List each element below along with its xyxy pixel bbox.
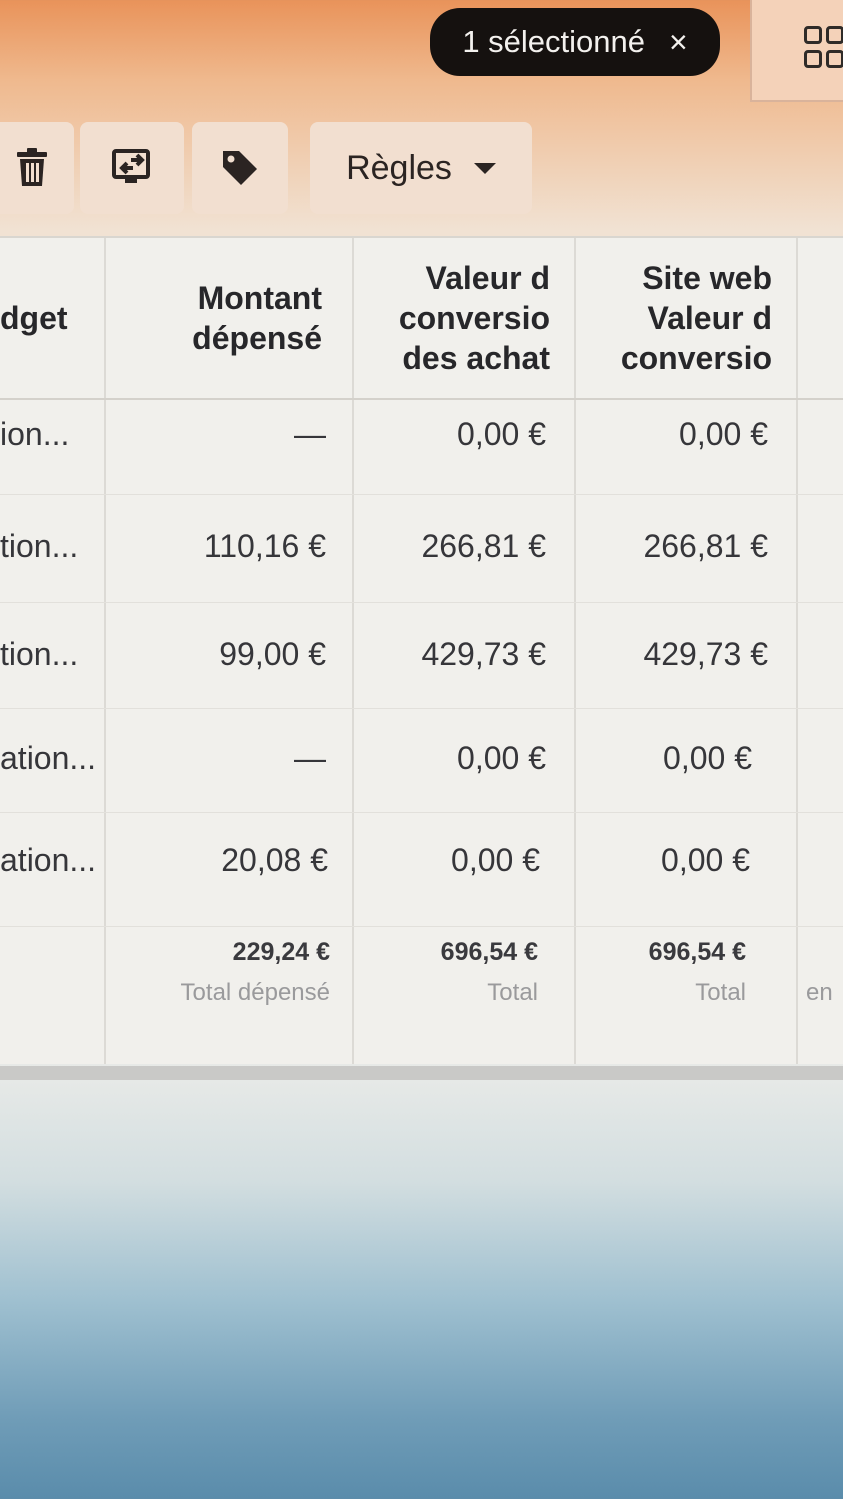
row-name[interactable]: tion...	[0, 528, 78, 565]
total-spent: 229,24 € Total dépensé	[180, 938, 330, 1006]
grid-view-button[interactable]	[750, 0, 843, 102]
row-web-value: 266,81 €	[643, 528, 768, 564]
row-purchase-value: 266,81 €	[421, 528, 546, 564]
selection-chip[interactable]: 1 sélectionné ×	[430, 8, 720, 76]
row-name[interactable]: ation...	[0, 740, 96, 777]
share-button[interactable]	[80, 122, 184, 214]
horizontal-scrollbar[interactable]	[0, 1066, 843, 1080]
row-name[interactable]: ation...	[0, 842, 96, 879]
row-purchase-value: 429,73 €	[421, 636, 546, 672]
total-web-value: 696,54 € Total	[648, 938, 746, 1006]
column-header-web-value[interactable]: Site web Valeur d conversio	[582, 238, 772, 398]
rules-label: Règles	[346, 148, 452, 187]
caret-down-icon	[473, 162, 496, 174]
row-name[interactable]: ion...	[0, 416, 69, 453]
row-web-value: 0,00 €	[661, 842, 750, 878]
row-spent: 110,16 €	[203, 528, 326, 564]
row-purchase-value: 0,00 €	[457, 740, 546, 776]
total-purchase-value: 696,54 € Total	[440, 938, 538, 1006]
column-header-budget[interactable]: dget	[0, 238, 100, 398]
tag-button[interactable]	[192, 122, 288, 214]
toolbar: Règles	[0, 122, 843, 214]
trash-icon	[17, 148, 47, 186]
row-purchase-value: 0,00 €	[451, 842, 540, 878]
row-web-value: 0,00 €	[679, 416, 768, 452]
row-spent: 99,00 €	[219, 636, 326, 672]
column-header-purchase-value[interactable]: Valeur d conversio des achat	[360, 238, 550, 398]
row-spent: —	[294, 740, 326, 776]
row-purchase-value: 0,00 €	[457, 416, 546, 452]
total-extra: en	[806, 979, 833, 1006]
row-spent: 20,08 €	[221, 842, 328, 878]
row-spent: —	[294, 416, 326, 452]
row-web-value: 0,00 €	[663, 740, 752, 776]
tag-icon	[223, 151, 257, 185]
column-header-spent[interactable]: Montant dépensé	[110, 238, 322, 398]
data-table: dget Montant dépensé Valeur d conversio …	[0, 236, 843, 1064]
delete-button[interactable]	[0, 122, 74, 214]
rules-dropdown[interactable]: Règles	[310, 122, 532, 214]
share-icon	[112, 149, 150, 183]
row-web-value: 429,73 €	[643, 636, 768, 672]
row-name[interactable]: tion...	[0, 636, 78, 673]
selection-count-label: 1 sélectionné	[462, 24, 645, 59]
close-icon[interactable]: ×	[669, 24, 688, 61]
